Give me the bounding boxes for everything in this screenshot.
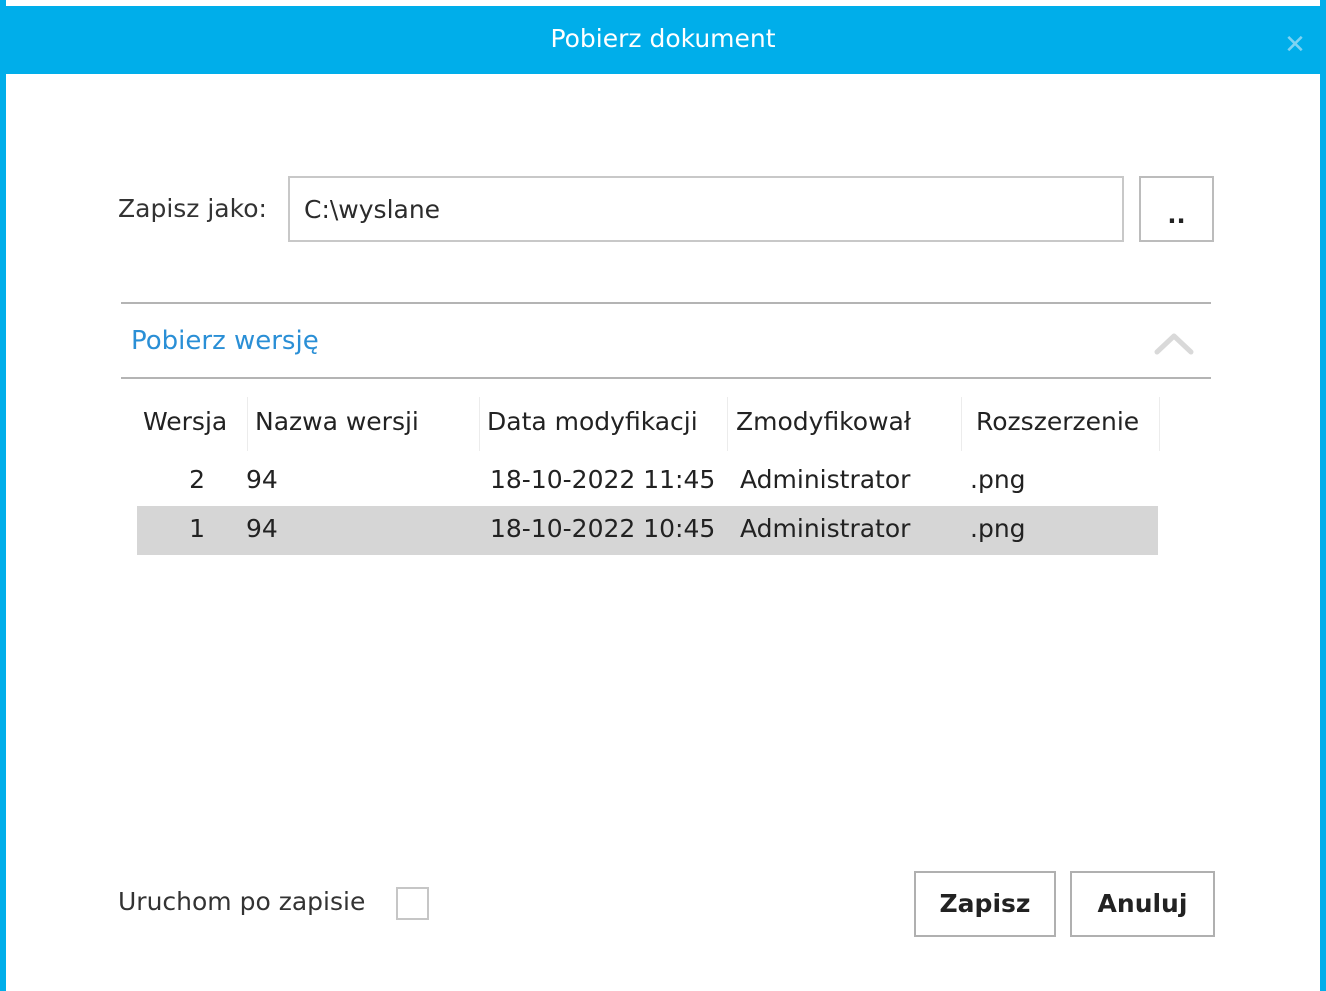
save-as-label: Zapisz jako: bbox=[118, 194, 267, 223]
column-header-version[interactable]: Wersja bbox=[143, 407, 227, 436]
save-button[interactable]: Zapisz bbox=[914, 871, 1056, 937]
column-separator[interactable] bbox=[727, 397, 728, 451]
dialog-title: Pobierz dokument bbox=[550, 24, 776, 53]
launch-after-save-label: Uruchom po zapisie bbox=[118, 887, 366, 916]
cancel-button[interactable]: Anuluj bbox=[1070, 871, 1215, 937]
table-row-selected[interactable]: 1 94 18-10-2022 10:45 Administrator .png bbox=[137, 506, 1158, 555]
launch-after-save-checkbox[interactable] bbox=[396, 887, 429, 920]
cell-extension: .png bbox=[970, 465, 1026, 494]
column-separator[interactable] bbox=[961, 397, 962, 451]
versions-section-title[interactable]: Pobierz wersję bbox=[131, 326, 319, 356]
section-divider-bottom bbox=[121, 377, 1211, 379]
cell-version: 1 bbox=[189, 514, 205, 543]
cell-version-name: 94 bbox=[246, 514, 278, 543]
table-row[interactable]: 2 94 18-10-2022 11:45 Administrator .png bbox=[137, 457, 1158, 506]
chevron-up-icon[interactable] bbox=[1154, 328, 1194, 358]
cell-modified-by: Administrator bbox=[740, 514, 911, 543]
table-header: Wersja Nazwa wersji Data modyfikacji Zmo… bbox=[137, 393, 1167, 457]
column-header-modified-date[interactable]: Data modyfikacji bbox=[487, 407, 698, 436]
cell-modified-date: 18-10-2022 10:45 bbox=[490, 514, 716, 543]
cell-version: 2 bbox=[189, 465, 205, 494]
column-header-extension[interactable]: Rozszerzenie bbox=[976, 407, 1139, 436]
cell-version-name: 94 bbox=[246, 465, 278, 494]
column-separator[interactable] bbox=[1159, 397, 1160, 451]
column-header-version-name[interactable]: Nazwa wersji bbox=[255, 407, 419, 436]
versions-table: Wersja Nazwa wersji Data modyfikacji Zmo… bbox=[137, 393, 1167, 555]
cell-extension: .png bbox=[970, 514, 1026, 543]
column-header-modified-by[interactable]: Zmodyfikował bbox=[736, 407, 911, 436]
browse-button[interactable]: .. bbox=[1139, 176, 1214, 242]
cell-modified-by: Administrator bbox=[740, 465, 911, 494]
title-bar: Pobierz dokument ✕ bbox=[6, 6, 1320, 74]
close-icon[interactable]: ✕ bbox=[1278, 28, 1312, 62]
dialog-window: Pobierz dokument ✕ Zapisz jako: .. Pobie… bbox=[0, 0, 1326, 991]
save-path-input[interactable] bbox=[288, 176, 1124, 242]
column-separator[interactable] bbox=[479, 397, 480, 451]
section-divider-top bbox=[121, 302, 1211, 304]
column-separator[interactable] bbox=[247, 397, 248, 451]
cell-modified-date: 18-10-2022 11:45 bbox=[490, 465, 716, 494]
